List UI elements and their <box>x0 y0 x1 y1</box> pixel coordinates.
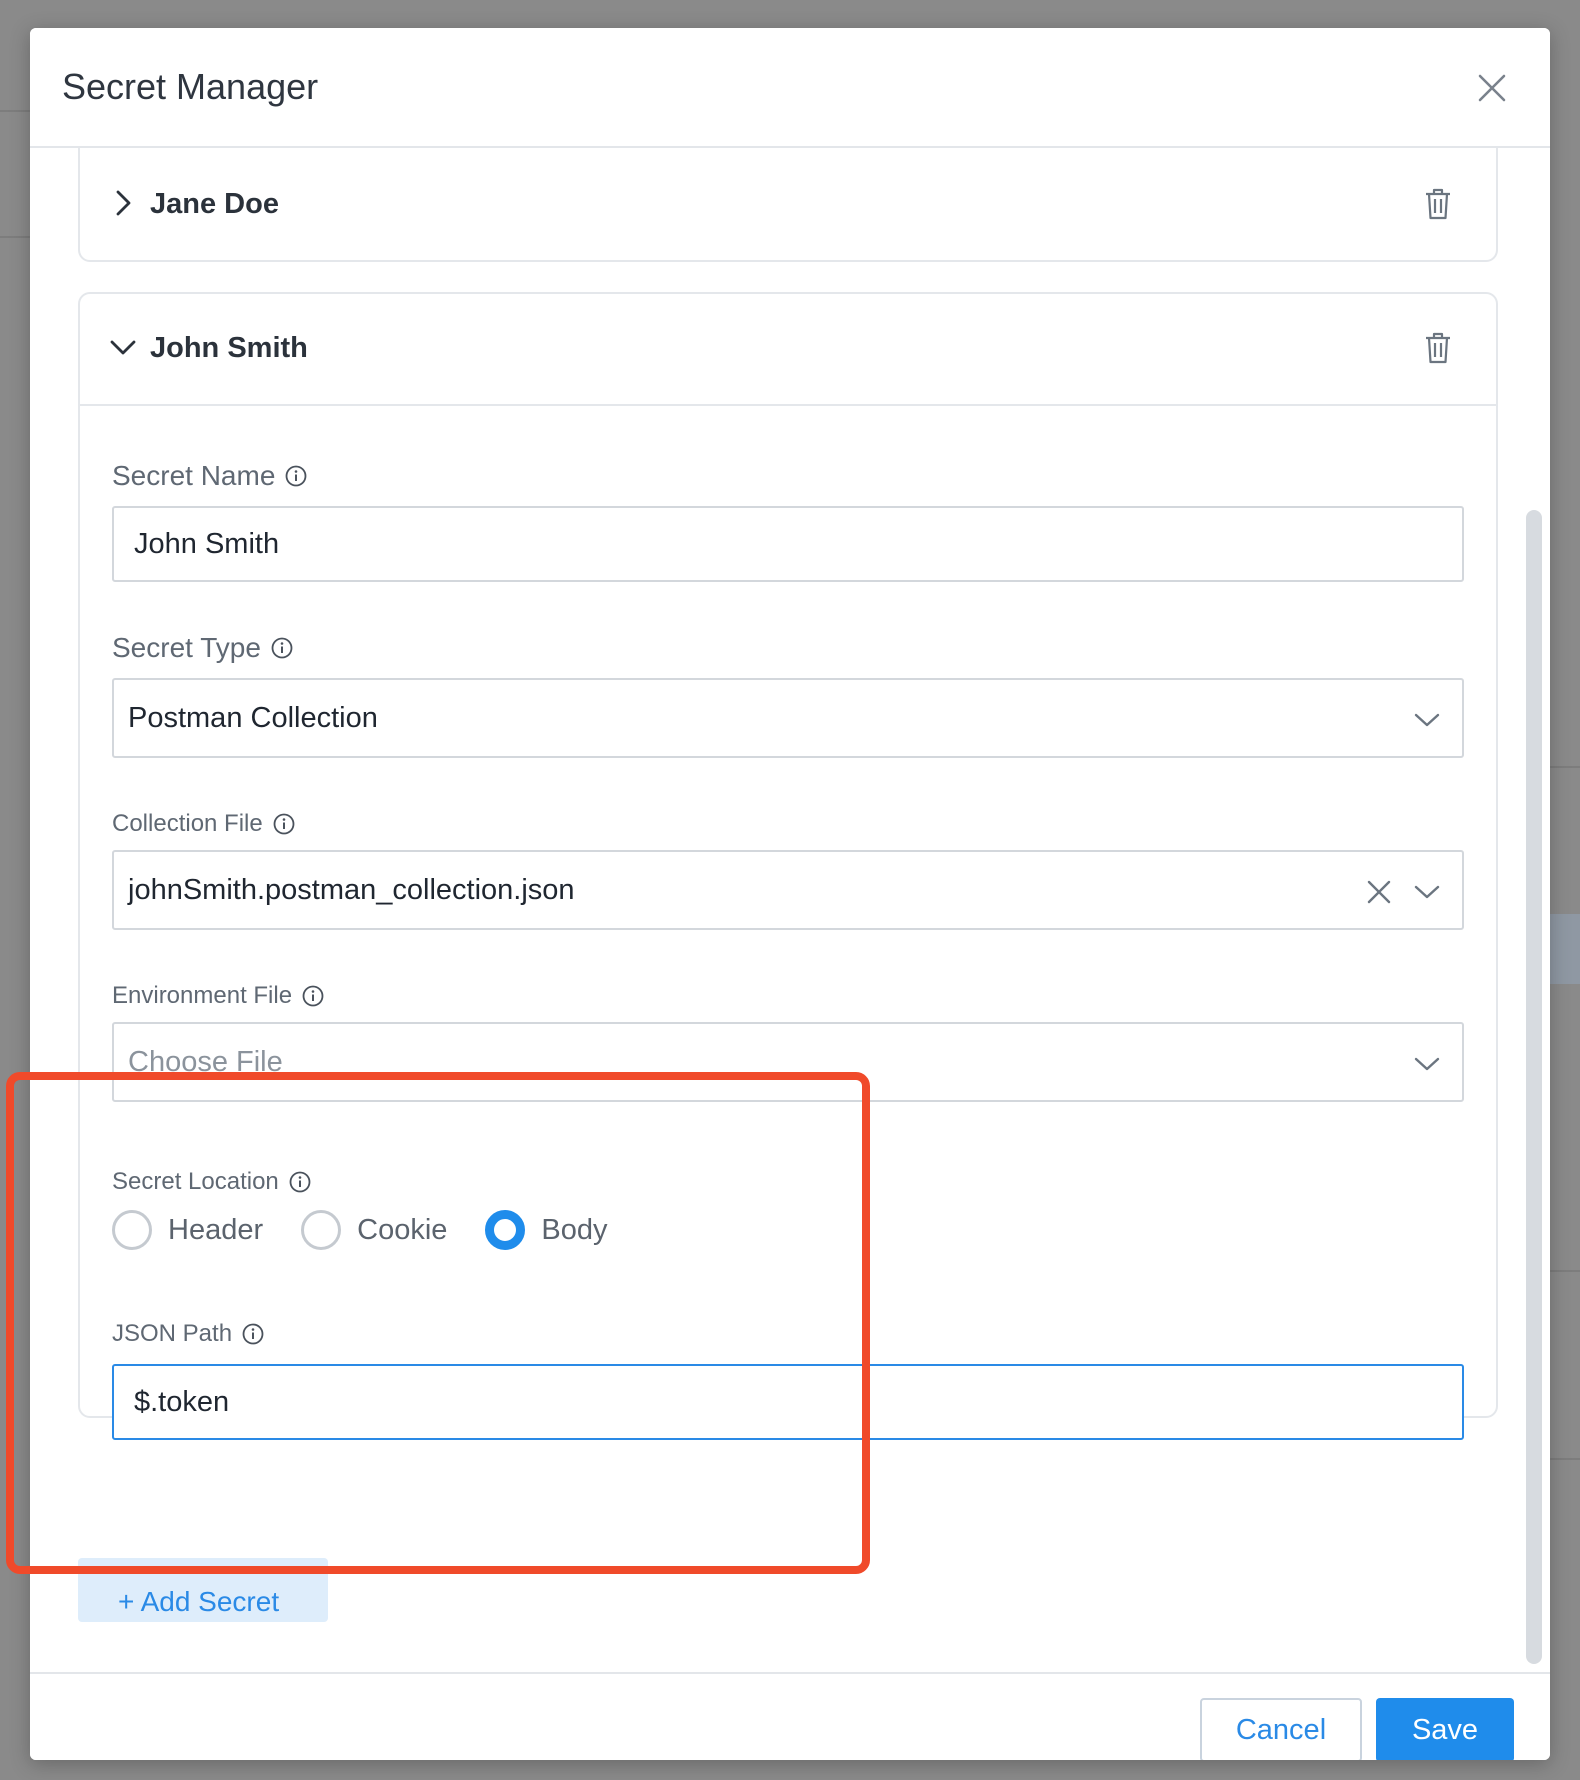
json-path-input[interactable]: $.token <box>112 1364 1464 1440</box>
scrollbar[interactable] <box>1526 510 1542 1664</box>
add-secret-button[interactable]: + Add Secret <box>78 1558 328 1622</box>
collection-file-label: Collection File <box>112 810 295 838</box>
collection-file-select[interactable]: johnSmith.postman_collection.json <box>112 850 1464 930</box>
radio-label-header: Header <box>168 1213 264 1246</box>
secret-location-radio-group: Header Cookie Body <box>112 1210 646 1250</box>
environment-file-label-text: Environment File <box>112 982 293 1009</box>
info-icon[interactable] <box>302 985 324 1007</box>
radio-label-cookie: Cookie <box>357 1213 448 1246</box>
secret-card-john-smith: John Smith Secret Name John Smith Secret… <box>78 292 1498 1440</box>
cancel-button[interactable]: Cancel <box>1200 1698 1362 1760</box>
info-icon[interactable] <box>273 813 295 835</box>
secret-card-header[interactable]: Jane Doe <box>80 150 1496 262</box>
close-icon[interactable] <box>1474 70 1510 106</box>
chevron-down-icon <box>110 340 136 355</box>
collection-file-label-text: Collection File <box>112 810 263 837</box>
save-button[interactable]: Save <box>1376 1698 1514 1760</box>
secret-card-title: Jane Doe <box>150 188 279 220</box>
radio-button-cookie[interactable] <box>301 1210 342 1250</box>
trash-icon[interactable] <box>1422 186 1454 222</box>
chevron-down-icon <box>1414 885 1440 899</box>
add-secret-label: + Add Secret <box>118 1586 280 1617</box>
secret-name-label: Secret Name <box>112 460 307 492</box>
radio-option-header[interactable]: Header <box>112 1210 263 1250</box>
chevron-down-icon <box>1414 1057 1440 1071</box>
secret-type-label: Secret Type <box>112 632 293 664</box>
chevron-right-icon <box>116 190 131 216</box>
modal-title: Secret Manager <box>62 66 319 107</box>
environment-file-label: Environment File <box>112 982 324 1010</box>
collection-file-value: johnSmith.postman_collection.json <box>128 873 575 906</box>
secret-card-title: John Smith <box>150 332 308 364</box>
info-icon[interactable] <box>285 465 307 487</box>
secret-name-input[interactable]: John Smith <box>112 506 1464 582</box>
secret-type-select[interactable]: Postman Collection <box>112 678 1464 758</box>
clear-icon[interactable] <box>1364 877 1394 907</box>
secret-type-value: Postman Collection <box>128 701 378 734</box>
secret-type-label-text: Secret Type <box>112 632 261 663</box>
secret-card-jane-doe: Jane Doe <box>78 148 1498 262</box>
secret-location-label: Secret Location <box>112 1168 311 1196</box>
radio-button-header[interactable] <box>112 1210 152 1250</box>
modal-header: Secret Manager <box>30 28 1550 148</box>
info-icon[interactable] <box>289 1171 311 1193</box>
radio-option-cookie[interactable]: Cookie <box>301 1210 447 1250</box>
environment-file-placeholder: Choose File <box>128 1045 283 1078</box>
json-path-label-text: JSON Path <box>112 1320 233 1347</box>
trash-icon[interactable] <box>1422 330 1454 366</box>
secret-card-header[interactable]: John Smith <box>80 294 1496 406</box>
modal-body: Jane Doe John Smith Secret Name John Smi… <box>30 148 1550 1672</box>
environment-file-select[interactable]: Choose File <box>112 1022 1464 1102</box>
info-icon[interactable] <box>242 1323 264 1345</box>
radio-button-body[interactable] <box>485 1210 526 1250</box>
secret-location-label-text: Secret Location <box>112 1168 279 1195</box>
chevron-down-icon <box>1414 713 1440 727</box>
modal-footer: Cancel Save <box>30 1672 1550 1760</box>
json-path-label: JSON Path <box>112 1320 264 1348</box>
secret-manager-modal: Secret Manager Jane Doe John Smith Secre… <box>30 28 1550 1760</box>
radio-option-body[interactable]: Body <box>485 1210 608 1250</box>
info-icon[interactable] <box>271 637 293 659</box>
secret-name-label-text: Secret Name <box>112 460 276 491</box>
radio-label-body: Body <box>541 1213 608 1246</box>
